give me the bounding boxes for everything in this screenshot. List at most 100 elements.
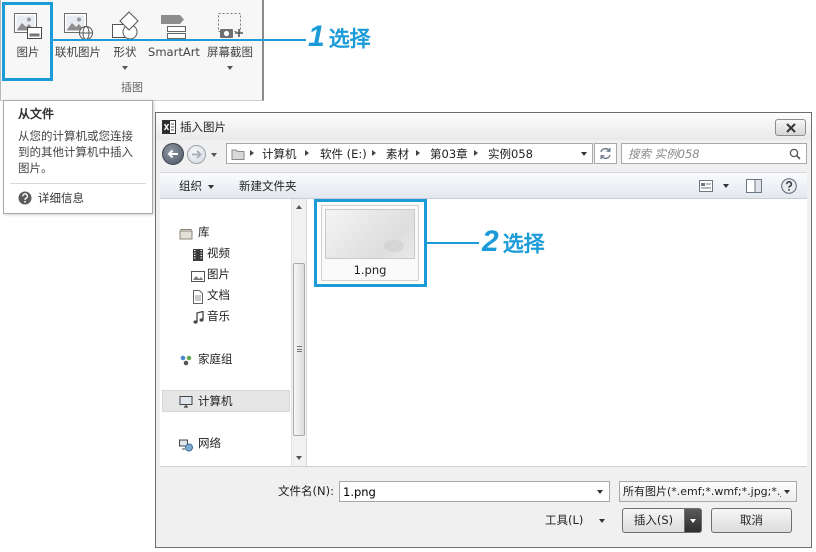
ribbon-shapes-label: 形状 [113,45,137,59]
organize-menu-button[interactable]: 组织 [179,179,202,193]
tools-dropdown-icon[interactable] [599,519,605,523]
tooltip-description-line: 图片。 [18,161,53,175]
insert-button[interactable]: 插入(S) [622,508,685,533]
breadcrumb-separator-icon[interactable] [305,150,309,156]
network-icon [179,439,193,452]
chevron-down-icon[interactable] [208,185,214,189]
scrollbar-thumb[interactable] [293,263,305,436]
ribbon-group-label: 插图 [121,81,143,94]
nav-item-library[interactable]: 库 [198,225,210,239]
homegroup-icon [180,355,192,366]
online-picture-icon [64,13,93,40]
search-input[interactable] [624,145,784,162]
address-bar[interactable]: 计算机 软件 (E:) 素材 第03章 实例058 [226,143,593,164]
insert-options-dropdown[interactable] [684,508,702,533]
breadcrumb-separator-icon[interactable] [372,150,376,156]
breadcrumb-folder[interactable]: 素材 [386,147,409,161]
breadcrumb-drive[interactable]: 软件 (E:) [320,147,367,161]
help-icon[interactable] [18,191,32,205]
nav-item-homegroup[interactable]: 家庭组 [198,352,233,366]
documents-icon [193,290,203,304]
chevron-down-icon [227,66,233,70]
nav-item-music[interactable]: 音乐 [207,309,230,323]
preview-pane-icon[interactable] [746,179,762,193]
filename-history-dropdown[interactable] [597,490,603,494]
nav-item-pictures[interactable]: 图片 [207,267,230,281]
file-type-value: 所有图片(*.emf;*.wmf;*.jpg;*.j [623,485,781,498]
breadcrumb-separator-icon[interactable] [250,150,254,156]
filename-label: 文件名(N): [278,484,334,498]
picture-button-highlight [2,2,53,81]
music-icon [193,311,204,324]
arrow-right-icon [192,150,202,159]
chevron-down-icon [784,490,790,494]
ribbon-screenshot-label: 屏幕截图 [207,45,253,59]
nav-item-documents[interactable]: 文档 [207,288,230,302]
callout-2-line [426,242,479,244]
callout-2-text: 选择 [502,232,545,256]
recent-locations-dropdown[interactable] [211,153,217,157]
search-icon[interactable] [789,148,801,160]
change-view-icon[interactable] [699,180,713,192]
excel-icon [162,120,176,134]
view-options-dropdown[interactable] [723,184,729,188]
breadcrumb-separator-icon[interactable] [416,150,420,156]
folder-icon [231,149,245,160]
callout-1-text: 选择 [328,27,371,51]
breadcrumb-separator-icon[interactable] [474,150,478,156]
arrow-left-icon [167,149,178,159]
library-icon [179,229,193,240]
callout-2: 2 选择 [482,227,545,262]
pictures-icon [191,271,205,282]
video-icon [193,249,203,261]
file-item-highlight [314,199,427,287]
grip-icon [297,346,302,352]
shapes-icon [112,11,139,40]
tooltip-title: 从文件 [18,107,55,121]
tooltip-description-line: 到的其他计算机中插入 [18,145,133,159]
chevron-down-icon [690,519,696,523]
breadcrumb-computer[interactable]: 计算机 [262,147,297,161]
tooltip-description-line: 从您的计算机或您连接 [18,129,133,143]
callout-1-line [52,39,306,41]
tools-menu-button[interactable]: 工具(L) [545,513,583,527]
navigation-scrollbar[interactable] [291,199,307,466]
scroll-up-icon[interactable] [296,205,302,209]
callout-1: 1 选择 [308,22,371,57]
chevron-down-icon [122,66,128,70]
nav-item-computer[interactable]: 计算机 [198,394,233,408]
insert-picture-dialog: 插入图片 计算机 软件 (E:) 素材 第03章 实例058 搜索 实例058 … [155,112,812,548]
refresh-icon [600,148,611,159]
ribbon-smartart-label: SmartArt [148,45,200,59]
cancel-button[interactable]: 取消 [711,508,792,533]
close-icon [786,123,796,133]
filename-input[interactable] [339,481,610,502]
screenshot-icon [218,13,243,38]
picture-tooltip: 从文件 从您的计算机或您连接 到的其他计算机中插入 图片。 详细信息 [3,100,153,214]
address-dropdown-icon[interactable] [581,152,587,156]
nav-item-videos[interactable]: 视频 [207,246,230,260]
callout-2-number: 2 [482,225,499,258]
file-type-select[interactable]: 所有图片(*.emf;*.wmf;*.jpg;*.j [619,481,797,502]
forward-button[interactable] [187,145,206,164]
nav-item-network[interactable]: 网络 [198,436,221,450]
dialog-title-bar[interactable]: 插入图片 [156,113,811,140]
refresh-button[interactable] [594,143,617,164]
close-button[interactable] [775,119,806,136]
computer-icon [179,396,193,408]
back-button[interactable] [162,143,184,165]
callout-1-number: 1 [308,20,325,53]
scroll-down-icon[interactable] [296,456,302,460]
dialog-toolbar: 组织 新建文件夹 [160,172,807,199]
breadcrumb-folder[interactable]: 第03章 [430,147,468,161]
search-box[interactable] [621,143,807,164]
tooltip-more-info-link[interactable]: 详细信息 [38,191,84,205]
file-list: 1.png [308,199,807,466]
tooltip-divider [10,183,146,184]
ribbon-online-picture-label: 联机图片 [55,45,101,59]
new-folder-button[interactable]: 新建文件夹 [239,179,297,193]
dialog-title: 插入图片 [180,120,226,134]
help-icon[interactable] [781,178,797,194]
navigation-pane: 库 视频 图片 文档 音乐 家庭组 计算机 网络 [160,199,291,466]
breadcrumb-current[interactable]: 实例058 [488,147,533,161]
